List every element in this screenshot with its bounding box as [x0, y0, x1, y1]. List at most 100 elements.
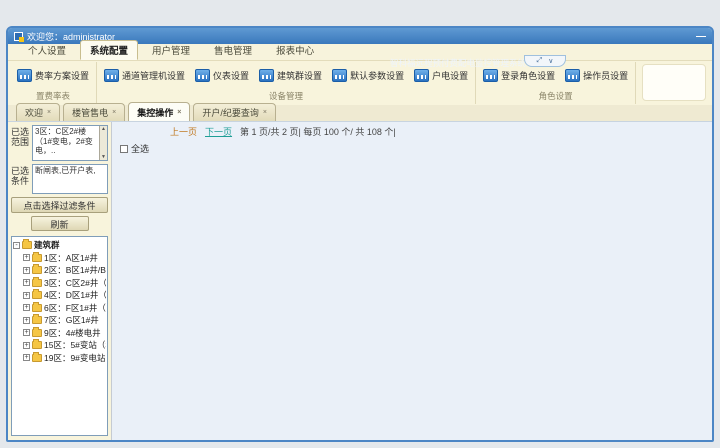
menu-tab[interactable]: 个人设置: [18, 40, 76, 60]
tree-node[interactable]: + 9区：4#楼电井（4#楼...: [13, 327, 106, 340]
meter-icon: [483, 69, 498, 82]
range-listbox[interactable]: 3区：C区2#楼（1#变电，2#变电，.. ▲ ▼: [32, 125, 108, 161]
condition-label: 已选条件: [11, 164, 30, 194]
main-panel: 上一页 下一页 第 1 页/共 2 页| 每页 100 个/ 共 108 个| …: [112, 122, 712, 440]
close-icon[interactable]: ×: [112, 109, 116, 116]
chevron-down-icon[interactable]: ∨: [548, 57, 553, 65]
ribbon-group-label: 置费率表: [14, 89, 92, 104]
condition-listbox[interactable]: 断闸表,已开户表,: [32, 164, 108, 194]
tree-root-label: 建筑群: [34, 239, 60, 251]
meter-icon: [414, 69, 429, 82]
folder-icon: [32, 316, 42, 324]
tree-node[interactable]: + 4区：D区1#井（D区1...: [13, 289, 106, 302]
tree-node-label: 15区：5#变站（3#变...: [44, 339, 106, 351]
tree-node-label: 9区：4#楼电井（4#楼...: [44, 327, 106, 339]
range-label: 已选范围: [11, 125, 30, 161]
ribbon-button[interactable]: 建筑群设置: [256, 67, 325, 84]
close-icon[interactable]: ×: [177, 109, 181, 116]
meter-icon: [565, 69, 580, 82]
ribbon-button[interactable]: 仪表设置: [192, 67, 252, 84]
ribbon-group: 费率方案设置 置费率表: [10, 62, 97, 104]
document-tab[interactable]: 楼管售电 ×: [63, 103, 125, 121]
ribbon-button[interactable]: 户电设置: [411, 67, 471, 84]
desktop: 欢迎您：administrator — 智科福远程预付费配电监控管理系统 ⤢ ∨…: [0, 0, 720, 448]
document-tab[interactable]: 开户/纪要查询 ×: [193, 103, 276, 121]
select-all[interactable]: 全选: [120, 142, 149, 155]
folder-icon: [32, 304, 42, 312]
ribbon-empty-area: [642, 64, 706, 101]
tree-node[interactable]: + 19区：9#变电站（2#...: [13, 352, 106, 365]
collapse-icon[interactable]: -: [13, 242, 20, 249]
expand-icon[interactable]: +: [23, 292, 30, 299]
tree-node-label: 1区：A区1#井: [44, 252, 98, 264]
resize-icon[interactable]: ⤢: [537, 57, 543, 65]
minimize-button[interactable]: —: [696, 31, 706, 42]
window-body: 已选范围 3区：C区2#楼（1#变电，2#变电，.. ▲ ▼ 已选条件 断闸表,…: [8, 122, 712, 440]
ribbon-button[interactable]: 登录角色设置: [480, 67, 558, 84]
tree-node[interactable]: + 7区：G区1#井: [13, 314, 106, 327]
folder-icon: [22, 241, 32, 249]
tree-node-label: 4区：D区1#井（D区1...: [44, 289, 106, 301]
meter-icon: [104, 69, 119, 82]
close-icon[interactable]: ×: [47, 109, 51, 116]
window-controls[interactable]: ⤢ ∨: [524, 55, 566, 67]
menu-tab[interactable]: 报表中心: [266, 40, 324, 60]
tree-node-label: 6区：F区1#井（F区1#...: [44, 302, 106, 314]
meter-icon: [17, 69, 32, 82]
expand-icon[interactable]: +: [23, 304, 30, 311]
scrollbar[interactable]: ▲ ▼: [99, 126, 107, 160]
expand-icon[interactable]: +: [23, 267, 30, 274]
folder-icon: [32, 266, 42, 274]
tree-node-label: 7区：G区1#井: [44, 314, 99, 326]
app-window: 欢迎您：administrator — 智科福远程预付费配电监控管理系统 ⤢ ∨…: [6, 26, 714, 442]
scroll-up-icon[interactable]: ▲: [100, 126, 107, 132]
tree-node-label: 2区：B区1#井/B区1#井: [44, 264, 106, 276]
expand-icon[interactable]: +: [23, 317, 30, 324]
document-tab[interactable]: 集控操作 ×: [128, 102, 190, 121]
room-card-grid: [112, 155, 712, 161]
expand-icon[interactable]: +: [23, 342, 30, 349]
meter-icon: [195, 69, 210, 82]
prev-page-link[interactable]: 上一页: [170, 125, 197, 138]
ribbon-button[interactable]: 费率方案设置: [14, 67, 92, 84]
folder-icon: [32, 341, 42, 349]
tree-node[interactable]: + 15区：5#变站（3#变...: [13, 339, 106, 352]
tree-root[interactable]: - 建筑群: [13, 239, 106, 252]
tree-node[interactable]: + 3区：C区2#井（1#变...: [13, 277, 106, 290]
app-icon: [14, 32, 23, 41]
select-all-label: 全选: [131, 142, 149, 155]
menu-bar: 个人设置系统配置用户管理售电管理报表中心: [8, 44, 712, 61]
folder-icon: [32, 329, 42, 337]
meter-icon: [259, 69, 274, 82]
expand-icon[interactable]: +: [23, 329, 30, 336]
tree-node[interactable]: + 6区：F区1#井（F区1#...: [13, 302, 106, 315]
document-tab[interactable]: 欢迎 ×: [16, 103, 60, 121]
select-all-checkbox[interactable]: [120, 145, 128, 153]
app-title: 智科福远程预付费配电监控管理系统: [390, 57, 526, 69]
sidebar: 已选范围 3区：C区2#楼（1#变电，2#变电，.. ▲ ▼ 已选条件 断闸表,…: [8, 122, 112, 440]
ribbon-button[interactable]: 通道管理机设置: [101, 67, 188, 84]
folder-icon: [32, 354, 42, 362]
close-icon[interactable]: ×: [263, 109, 267, 116]
document-tabs: 欢迎 × 楼管售电 × 集控操作 × 开户/纪要查询 ×: [8, 105, 712, 122]
ribbon-group: 通道管理机设置 仪表设置 建筑群设置 默认参数设置 户电设置 设备管理: [97, 62, 476, 104]
tree-node-label: 19区：9#变电站（2#...: [44, 352, 106, 364]
menu-tab[interactable]: 系统配置: [80, 40, 138, 60]
ribbon-button[interactable]: 默认参数设置: [329, 67, 407, 84]
next-page-link[interactable]: 下一页: [205, 125, 232, 138]
expand-icon[interactable]: +: [23, 354, 30, 361]
menu-tab[interactable]: 用户管理: [142, 40, 200, 60]
tree-node[interactable]: + 1区：A区1#井: [13, 252, 106, 265]
expand-icon[interactable]: +: [23, 254, 30, 261]
action-toolbar: 全选: [120, 142, 712, 155]
choose-filter-button[interactable]: 点击选择过滤条件: [11, 197, 108, 213]
ribbon-button[interactable]: 操作员设置: [562, 67, 631, 84]
pagination-info: 第 1 页/共 2 页| 每页 100 个/ 共 108 个|: [240, 125, 396, 138]
refresh-button[interactable]: 刷新: [31, 216, 89, 231]
ribbon: 费率方案设置 置费率表 通道管理机设置 仪表设置 建筑群设置 默认参数设置 户电…: [8, 61, 712, 105]
pagination: 上一页 下一页 第 1 页/共 2 页| 每页 100 个/ 共 108 个|: [170, 125, 712, 138]
tree-node[interactable]: + 2区：B区1#井/B区1#井: [13, 264, 106, 277]
menu-tab[interactable]: 售电管理: [204, 40, 262, 60]
scroll-down-icon[interactable]: ▼: [100, 154, 107, 160]
expand-icon[interactable]: +: [23, 279, 30, 286]
